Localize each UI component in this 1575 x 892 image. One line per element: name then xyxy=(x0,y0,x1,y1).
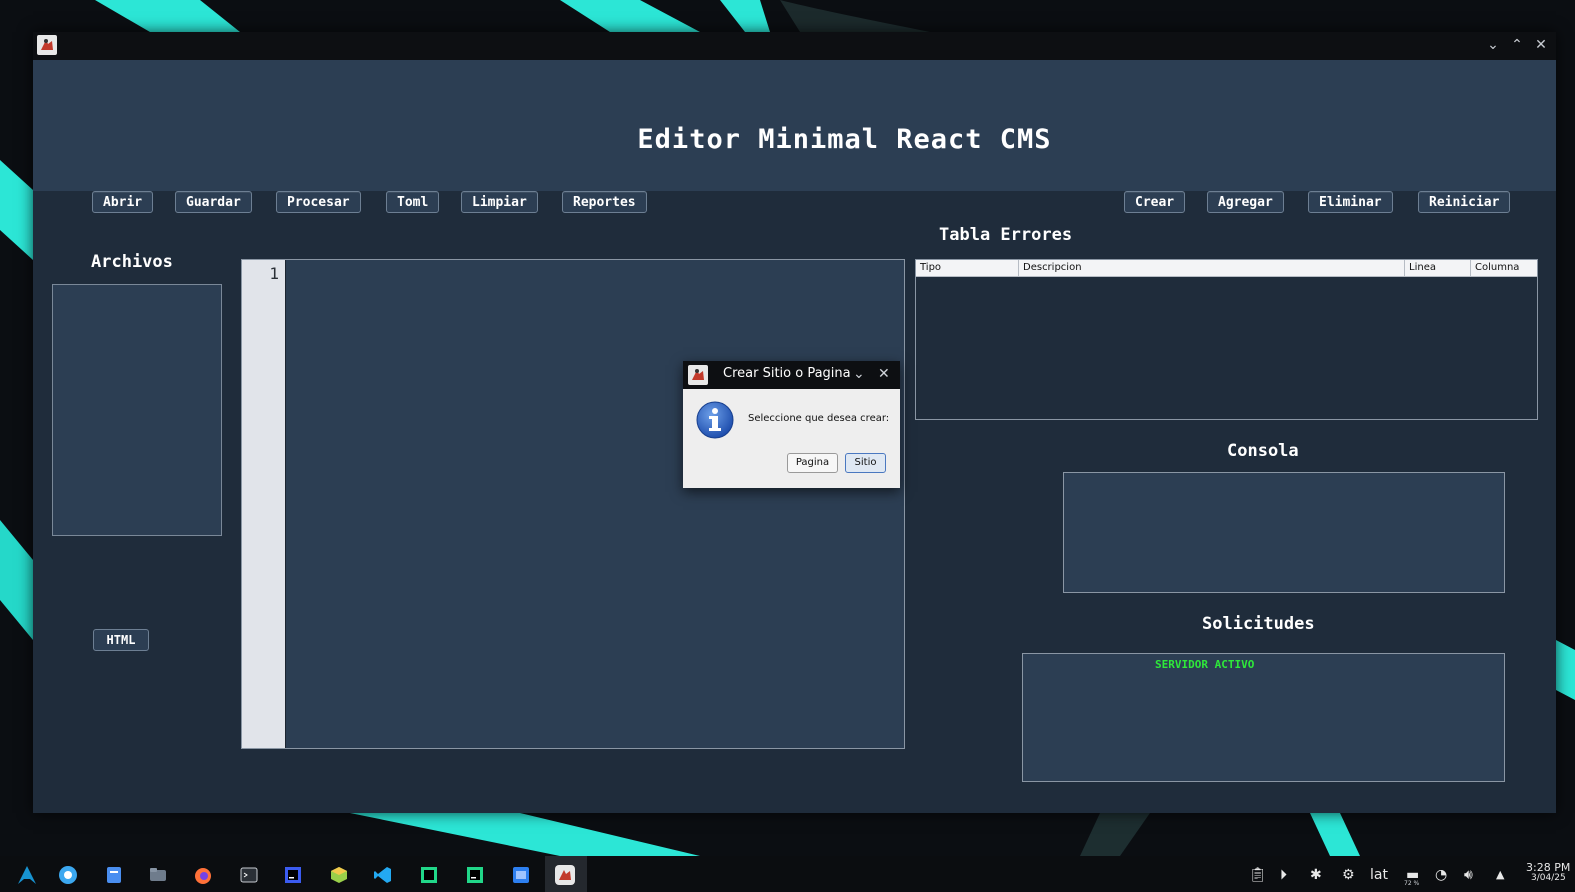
crear-button[interactable]: Crear xyxy=(1124,191,1186,213)
tray-expand-icon[interactable]: ▲ xyxy=(1496,865,1504,885)
pycharm-icon[interactable] xyxy=(465,865,485,885)
column-header-descripcion[interactable]: Descripcion xyxy=(1019,260,1405,277)
chevron-down-icon[interactable]: ⌄ xyxy=(853,365,865,383)
clock[interactable]: 3:28 PM 3/04/25 xyxy=(1526,862,1574,884)
page-title: Editor Minimal React CMS xyxy=(637,124,1052,155)
clock-time: 3:28 PM xyxy=(1526,861,1571,874)
java-app-icon xyxy=(688,365,708,385)
code-editor[interactable]: 1 xyxy=(241,259,905,749)
bluetooth-icon[interactable]: ✱ xyxy=(1310,865,1322,885)
archivos-label: Archivos xyxy=(91,252,173,272)
browser-icon[interactable] xyxy=(58,865,78,885)
console-output[interactable] xyxy=(1063,472,1505,593)
close-icon[interactable]: ✕ xyxy=(878,365,890,383)
volume-icon[interactable]: 🔊︎ xyxy=(1464,865,1473,885)
taskbar: 📋︎ ⏵ ✱ ⚙ lat ▬ 72 % ◔ 🔊︎ ▲ 3:28 PM 3/04/… xyxy=(0,856,1575,892)
requests-output[interactable]: SERVIDOR ACTIVO xyxy=(1022,653,1505,782)
toml-button[interactable]: Toml xyxy=(386,191,440,213)
brightness-icon[interactable]: ⚙ xyxy=(1342,865,1355,885)
procesar-button[interactable]: Procesar xyxy=(276,191,361,213)
solicitudes-label: Solicitudes xyxy=(1202,614,1315,634)
html-button[interactable]: HTML xyxy=(93,629,149,651)
app-header: Editor Minimal React CMS Abrir Guardar P… xyxy=(33,60,1556,213)
agregar-button[interactable]: Agregar xyxy=(1207,191,1284,213)
java-app-icon[interactable] xyxy=(555,865,575,885)
files-icon[interactable] xyxy=(104,865,124,885)
java-app-icon xyxy=(37,35,57,55)
battery-percent: 72 % xyxy=(1404,880,1420,887)
intellij-icon[interactable] xyxy=(283,865,303,885)
maximize-icon[interactable]: ⌃ xyxy=(1508,36,1526,54)
column-header-columna[interactable]: Columna xyxy=(1471,260,1537,277)
eliminar-button[interactable]: Eliminar xyxy=(1308,191,1393,213)
reportes-button[interactable]: Reportes xyxy=(562,191,647,213)
line-number: 1 xyxy=(269,264,279,283)
reiniciar-button[interactable]: Reiniciar xyxy=(1418,191,1511,213)
app-grid-icon[interactable] xyxy=(511,865,531,885)
media-play-icon[interactable]: ⏵ xyxy=(1280,865,1287,885)
clock-date: 3/04/25 xyxy=(1531,873,1566,883)
pagina-button[interactable]: Pagina xyxy=(787,453,838,473)
minimize-icon[interactable]: ⌄ xyxy=(1484,36,1502,54)
errors-table[interactable]: Tipo Descripcion Linea Columna xyxy=(915,259,1538,420)
info-icon xyxy=(696,401,734,439)
tabla-errores-label: Tabla Errores xyxy=(939,225,1073,245)
cube-app-icon[interactable] xyxy=(329,865,349,885)
files-tree[interactable] xyxy=(52,284,222,536)
vscode-icon[interactable] xyxy=(373,865,393,885)
wifi-icon[interactable]: ◔ xyxy=(1435,865,1447,885)
create-dialog: Crear Sitio o Pagina ⌄ ✕ Seleccione que … xyxy=(683,361,900,488)
server-status-text: SERVIDOR ACTIVO xyxy=(1155,658,1255,671)
limpiar-button[interactable]: Limpiar xyxy=(461,191,538,213)
column-header-tipo[interactable]: Tipo xyxy=(916,260,1019,277)
dialog-message: Seleccione que desea crear: xyxy=(748,413,890,424)
firefox-icon[interactable] xyxy=(193,865,213,885)
keyboard-layout[interactable]: lat xyxy=(1370,865,1388,885)
folder-icon[interactable] xyxy=(148,865,168,885)
guardar-button[interactable]: Guardar xyxy=(175,191,252,213)
window-titlebar: ⌄ ⌃ ✕ xyxy=(33,32,1556,60)
sitio-button[interactable]: Sitio xyxy=(845,453,886,473)
consola-label: Consola xyxy=(1227,441,1299,461)
line-number-gutter: 1 xyxy=(242,260,286,748)
arch-launcher-icon[interactable] xyxy=(17,865,37,885)
clipboard-icon[interactable]: 📋︎ xyxy=(1249,865,1267,885)
dialog-titlebar: Crear Sitio o Pagina ⌄ ✕ xyxy=(683,361,900,389)
terminal-icon[interactable] xyxy=(239,865,259,885)
dialog-title: Crear Sitio o Pagina xyxy=(723,366,851,381)
abrir-button[interactable]: Abrir xyxy=(92,191,154,213)
column-header-linea[interactable]: Linea xyxy=(1405,260,1471,277)
clion-icon[interactable] xyxy=(419,865,439,885)
close-icon[interactable]: ✕ xyxy=(1532,36,1550,54)
